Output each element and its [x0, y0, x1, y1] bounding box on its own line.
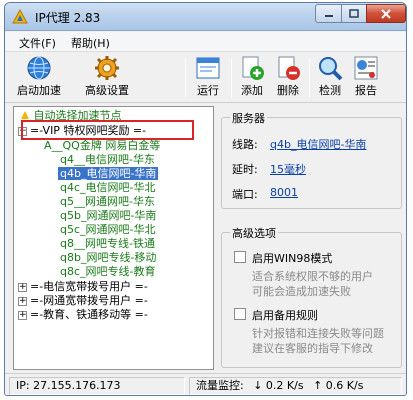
advanced-settings-label: 高级设置	[85, 84, 129, 97]
app-window: IP代理 2.83 文件(F) 帮助(H) 启动加速 高级设置 运行 添加 删除…	[4, 2, 407, 396]
tree-item[interactable]: q4c_电信网吧-华北	[60, 181, 156, 195]
menu-bar: 文件(F) 帮助(H)	[5, 32, 406, 52]
win98-note-2: 可能会造成加速失败	[252, 285, 351, 298]
status-monitor: 流量监控: ↓ 0.2 K/s ↑ 0.6 K/s	[189, 377, 402, 395]
auto-node-icon	[21, 111, 29, 119]
title-bar[interactable]: IP代理 2.83	[5, 3, 406, 31]
toolbar-separator	[231, 59, 232, 97]
menu-help[interactable]: 帮助(H)	[71, 35, 110, 51]
close-button[interactable]	[366, 4, 406, 23]
tree-group-netcom[interactable]: + =-网通宽带拨号用户 =-	[18, 294, 148, 308]
advanced-settings-button[interactable]: 高级设置	[79, 55, 135, 101]
advanced-group-title: 高级选项	[230, 225, 278, 241]
tree-item[interactable]: q5c_网通网吧-华北	[60, 223, 156, 237]
toolbar-separator	[185, 59, 186, 97]
tree-item[interactable]: q4__电信网吧-华东	[60, 153, 155, 167]
check-label: 检测	[319, 84, 341, 97]
add-button[interactable]: 添加	[235, 55, 269, 101]
maximize-icon	[349, 9, 359, 18]
win98-checkbox[interactable]	[234, 251, 246, 263]
check-button[interactable]: 检测	[313, 55, 347, 101]
tree-group-telecom[interactable]: + =-电信宽带拨号用户 =-	[18, 280, 148, 294]
tree-item[interactable]: q8c_网吧专线-教育	[60, 265, 156, 279]
status-bar: IP: 27.155.176.173 流量监控: ↓ 0.2 K/s ↑ 0.6…	[5, 373, 406, 395]
minimize-button[interactable]	[315, 4, 342, 23]
backup-rules-checkbox[interactable]	[234, 308, 246, 320]
delete-button[interactable]: 删除	[271, 55, 305, 101]
tree-item-selected-label: q4b_电信网吧-华南	[58, 167, 159, 180]
run-button[interactable]: 运行	[191, 55, 225, 101]
backup-note-1: 针对报错和连接失败等问题	[252, 327, 384, 340]
menu-file[interactable]: 文件(F)	[19, 35, 56, 51]
server-group: 服务器 线路: q4b_电信网吧-华南 延时: 15毫秒 端口: 8001	[221, 110, 402, 209]
tree-group-label: =-电信宽带拨号用户 =-	[30, 280, 148, 293]
run-label: 运行	[197, 84, 219, 97]
window-run-icon	[196, 57, 220, 79]
route-value[interactable]: q4b_电信网吧-华南	[270, 136, 366, 152]
server-group-title: 服务器	[230, 110, 267, 126]
window-title: IP代理 2.83	[35, 11, 101, 25]
tree-item[interactable]: q5b_网通网吧-华南	[60, 209, 156, 223]
tree-group-label: =-教育、铁通移动等 =-	[30, 308, 148, 321]
tree-group-edu[interactable]: + =-教育、铁通移动等 =-	[18, 308, 148, 322]
start-accel-button[interactable]: 启动加速	[11, 55, 67, 101]
tree-item-selected[interactable]: q4b_电信网吧-华南	[58, 167, 159, 181]
globe-icon	[27, 56, 51, 80]
status-ip: IP: 27.155.176.173	[9, 377, 185, 395]
backup-note-2: 建议在客服的指导下修改	[252, 342, 373, 355]
advanced-group: 高级选项 启用WIN98模式 适合系统权限不够的用户 可能会造成加速失败 启用备…	[221, 225, 402, 368]
expand-icon[interactable]: +	[18, 311, 27, 320]
download-speed: ↓ 0.2 K/s	[253, 379, 304, 392]
node-tree[interactable]: 自动选择加速节点 − =-VIP 特权网吧奖励 =- A__QQ金牌 网易白金等…	[13, 106, 214, 370]
magnifier-icon	[319, 57, 343, 81]
win98-note-1: 适合系统权限不够的用户	[252, 270, 373, 283]
backup-rules-label[interactable]: 启用备用规则	[252, 307, 318, 323]
port-label: 端口:	[232, 188, 258, 201]
toolbar: 启动加速 高级设置 运行 添加 删除 检测 报告	[5, 53, 406, 103]
tree-item[interactable]: A__QQ金牌 网易白金等	[44, 139, 160, 153]
tree-item[interactable]: q5__网通网吧-华东	[60, 195, 155, 209]
tree-item[interactable]: q8__网吧专线-铁通	[60, 237, 155, 251]
highlight-annotation	[21, 120, 194, 140]
close-icon	[381, 8, 391, 19]
delay-value[interactable]: 15毫秒	[270, 161, 306, 177]
add-doc-icon	[242, 56, 264, 80]
add-label: 添加	[241, 84, 263, 97]
route-label: 线路:	[232, 138, 258, 151]
win98-label[interactable]: 启用WIN98模式	[252, 250, 332, 266]
report-button[interactable]: 报告	[349, 55, 383, 101]
tree-group-label: =-网通宽带拨号用户 =-	[30, 294, 148, 307]
port-value[interactable]: 8001	[270, 186, 298, 199]
report-label: 报告	[355, 84, 377, 97]
toolbar-separator	[309, 59, 310, 97]
app-logo-icon	[12, 9, 28, 24]
upload-speed: ↑ 0.6 K/s	[313, 379, 364, 392]
maximize-button[interactable]	[341, 4, 367, 23]
expand-icon[interactable]: +	[18, 297, 27, 306]
gear-icon	[95, 56, 119, 80]
report-icon	[354, 56, 378, 80]
tree-item[interactable]: q8b_网吧专线-移动	[60, 251, 156, 265]
monitor-label: 流量监控:	[196, 379, 244, 392]
expand-icon[interactable]: +	[18, 283, 27, 292]
delete-label: 删除	[277, 84, 299, 97]
delay-label: 延时:	[232, 163, 258, 176]
delete-doc-icon	[278, 56, 300, 80]
start-accel-label: 启动加速	[17, 84, 61, 97]
minimize-icon	[324, 14, 333, 17]
